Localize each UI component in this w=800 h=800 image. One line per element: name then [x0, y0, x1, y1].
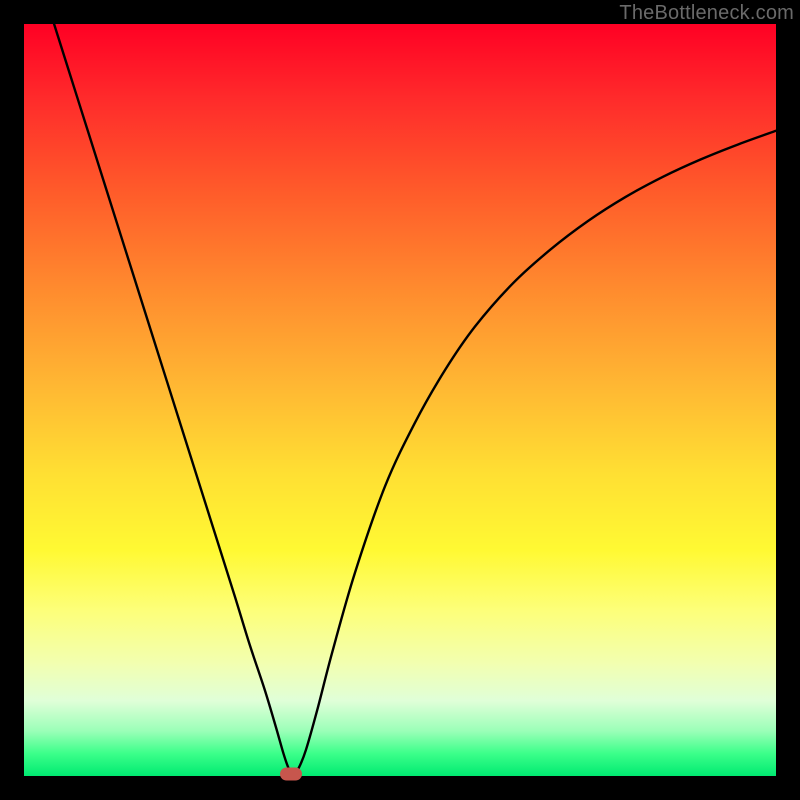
chart-background-gradient — [24, 24, 776, 776]
chart-frame — [24, 24, 776, 776]
watermark-text: TheBottleneck.com — [619, 2, 794, 25]
optimum-marker — [280, 768, 302, 781]
